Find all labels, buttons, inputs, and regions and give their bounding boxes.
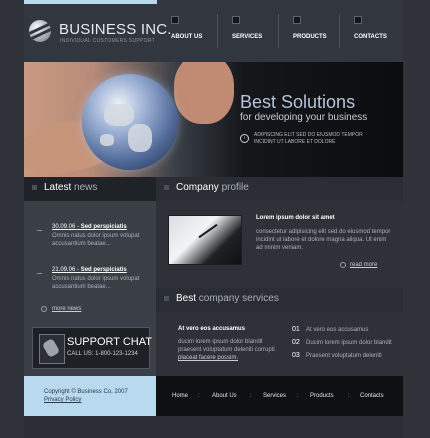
copyright-text: Copyright © Business Co, 2007 — [44, 389, 128, 395]
footer-separator: : — [250, 393, 252, 399]
services-list: 01 At vero eos accusamus 02 Ducim lorem … — [292, 326, 402, 365]
footer-copyright: Copyright © Business Co, 2007 Privacy Po… — [24, 376, 156, 416]
heading-square-icon — [164, 185, 169, 190]
news-date[interactable]: 30.09.06 - Sed perspiciatis — [52, 224, 152, 230]
list-number: 02 — [292, 339, 300, 346]
hero-subtitle: for developing your business — [240, 112, 368, 123]
list-label[interactable]: Ducim lorem ipsum dolor blandit — [306, 340, 392, 346]
news-bullet-icon — [37, 230, 42, 231]
hero-banner: Best Solutions for developing your busin… — [24, 62, 403, 177]
nav-item-services[interactable]: SERVICES — [220, 14, 280, 48]
support-chat-box[interactable]: SUPPORT CHAT CALL US: 1-800-123-1234 — [32, 327, 152, 369]
nav-label[interactable]: PRODUCTS — [293, 34, 327, 40]
nav-item-contacts[interactable]: CONTACTS — [342, 14, 402, 48]
footer-link-home[interactable]: Home — [172, 393, 188, 399]
logo-title[interactable]: BUSINESS INC. — [59, 21, 172, 38]
hero-title: Best Solutions — [240, 92, 356, 112]
site-header: BUSINESS INC. INDIVIDUAL CUSTOMERS SUPPO… — [24, 0, 403, 62]
nav-separator — [278, 14, 279, 48]
footer-link-products[interactable]: Products — [310, 393, 334, 399]
news-bullet-icon — [37, 273, 42, 274]
nav-square-icon — [171, 16, 179, 24]
read-more-icon — [340, 262, 346, 268]
services-heading: Best company services — [156, 288, 403, 312]
privacy-policy-link[interactable]: Privacy Policy — [44, 397, 81, 403]
hero-text-line: ADIPISCING ELIT SED DO EIUSMOD TEMPOR — [254, 132, 363, 138]
list-number: 01 — [292, 326, 300, 333]
logo-subtitle: INDIVIDUAL CUSTOMERS SUPPORT — [60, 38, 155, 44]
services-title: At vero eos accusamus — [178, 326, 246, 332]
nav-square-icon — [354, 16, 362, 24]
header-accent-bar — [24, 0, 157, 4]
services-list-item[interactable]: 02 Ducim lorem ipsum dolor blandit — [292, 339, 402, 352]
list-label[interactable]: At vero eos accusamus — [306, 327, 368, 333]
footer-link-contacts[interactable]: Contacts — [360, 393, 384, 399]
page-background-right — [403, 0, 430, 438]
footer-nav: Home : About Us : Services : Products : … — [156, 376, 403, 416]
profile-heading-text: Company profile — [176, 182, 249, 193]
news-item: 30.09.06 - Sed perspiciatis Omnis natus … — [52, 224, 152, 248]
news-heading: Latest news — [24, 177, 156, 201]
footer-separator: : — [297, 393, 299, 399]
news-text: Omnis natus dolor ipsum volupat accusant… — [52, 233, 140, 247]
nav-separator — [217, 14, 218, 48]
hero-text: ADIPISCING ELIT SED DO EIUSMOD TEMPOR IN… — [254, 132, 384, 146]
profile-text: consectetur adipisicing elit sed do eius… — [256, 229, 391, 251]
page-bottom — [24, 416, 403, 438]
hero-text-line: INCIDINT UT LABORE ET DOLORE — [254, 139, 336, 145]
hand-image — [174, 62, 234, 124]
nav-item-products[interactable]: PRODUCTS — [281, 14, 341, 48]
heading-square-icon — [32, 185, 37, 190]
news-heading-text: Latest news — [44, 182, 98, 193]
nav-label[interactable]: ABOUT US — [171, 34, 202, 40]
news-item: 21.09.06 - Sed perspiciatis Omnis natus … — [52, 267, 152, 291]
services-list-item[interactable]: 01 At vero eos accusamus — [292, 326, 402, 339]
more-arrow-icon — [41, 306, 47, 312]
nav-item-about-us[interactable]: ABOUT US — [159, 14, 219, 48]
nav-separator — [339, 14, 340, 48]
services-list-item[interactable]: 03 Praesent voluptatum deleniti — [292, 352, 402, 365]
profile-heading: Company profile — [156, 177, 403, 201]
services-heading-text: Best company services — [176, 293, 279, 304]
nav-label[interactable]: SERVICES — [232, 34, 262, 40]
nav-square-icon — [293, 16, 301, 24]
support-phone: CALL US: 1-800-123-1234 — [67, 351, 138, 357]
news-text: Omnis natus dolor ipsum volupat accusant… — [52, 276, 140, 290]
footer-link-about-us[interactable]: About Us — [212, 393, 237, 399]
more-news-link[interactable]: more news — [52, 306, 81, 312]
news-column: Latest news 30.09.06 - Sed perspiciatis … — [24, 177, 156, 376]
logo-globe-icon[interactable] — [29, 20, 51, 42]
nav-label[interactable]: CONTACTS — [354, 34, 387, 40]
content-column: Company profile Lorem ipsum dolor sit am… — [156, 177, 403, 376]
footer-separator: : — [198, 393, 200, 399]
services-text: ducim lorem ipsum dolor blandit praesent… — [178, 339, 275, 361]
footer-link-services[interactable]: Services — [263, 393, 286, 399]
phone-icon — [39, 334, 65, 364]
page-background-left — [0, 0, 24, 438]
list-label[interactable]: Praesent voluptatum deleniti — [306, 353, 382, 359]
news-date[interactable]: 21.09.06 - Sed perspiciatis — [52, 267, 152, 273]
list-number: 03 — [292, 352, 300, 359]
services-link[interactable]: placeat facere possim. — [178, 355, 238, 361]
nav-square-icon — [232, 16, 240, 24]
profile-image — [168, 215, 242, 265]
globe-image — [82, 74, 178, 170]
arrow-right-icon[interactable]: › — [240, 134, 249, 143]
main-nav: ABOUT US SERVICES PRODUCTS CONTACTS — [159, 0, 403, 62]
support-chat-title[interactable]: SUPPORT CHAT — [67, 336, 152, 348]
heading-square-icon — [164, 296, 169, 301]
read-more-link[interactable]: read more — [350, 262, 377, 268]
profile-title: Lorem ipsum dolor sit amet — [256, 215, 335, 221]
footer-separator: : — [348, 393, 350, 399]
